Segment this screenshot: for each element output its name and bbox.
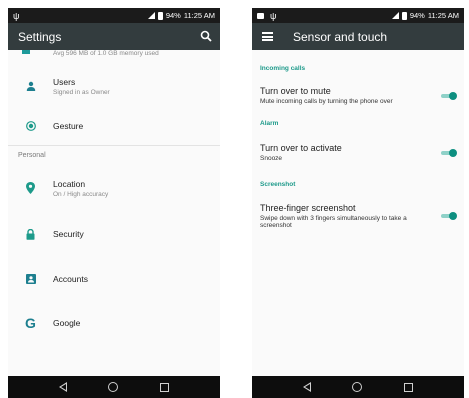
status-bar: ψ 94% 11:25 AM bbox=[8, 8, 220, 23]
back-icon[interactable] bbox=[58, 382, 67, 392]
notification-icon bbox=[257, 12, 264, 19]
setting-subtitle: Swipe down with 3 fingers simultaneously… bbox=[260, 214, 407, 230]
setting-title: Turn over to mute bbox=[260, 86, 331, 96]
home-icon[interactable] bbox=[352, 382, 363, 392]
item-title: Security bbox=[53, 229, 84, 239]
status-bar: ψ 94% 11:25 AM bbox=[252, 8, 464, 23]
page-title: Settings bbox=[18, 29, 62, 44]
recents-icon[interactable] bbox=[404, 382, 414, 392]
category-alarm: Alarm bbox=[260, 119, 279, 127]
clock: 11:25 AM bbox=[427, 11, 459, 20]
setting-title: Turn over to activate bbox=[260, 142, 342, 153]
back-icon[interactable] bbox=[302, 382, 311, 392]
battery-icon bbox=[157, 11, 163, 20]
clock: 11:25 AM bbox=[183, 11, 215, 20]
battery-icon bbox=[401, 11, 407, 20]
menu-icon[interactable] bbox=[262, 32, 273, 41]
app-bar: Settings bbox=[8, 23, 220, 50]
toggle-switch[interactable] bbox=[440, 212, 457, 221]
search-icon[interactable] bbox=[200, 30, 212, 42]
item-title: Gesture bbox=[53, 121, 84, 131]
item-title: Accounts bbox=[53, 274, 88, 284]
setting-title: Three-finger screenshot bbox=[260, 202, 356, 213]
lock-icon bbox=[26, 228, 35, 240]
toggle-switch[interactable] bbox=[440, 148, 457, 157]
signal-icon bbox=[147, 12, 155, 19]
home-icon[interactable] bbox=[108, 382, 119, 392]
item-title: Location bbox=[53, 178, 86, 189]
settings-item-users[interactable]: Users Signed in as Owner bbox=[8, 65, 220, 107]
settings-item-gesture[interactable]: Gesture bbox=[8, 107, 220, 145]
battery-level: 94% bbox=[409, 11, 425, 20]
memory-icon bbox=[22, 50, 30, 54]
person-icon bbox=[26, 81, 35, 91]
item-title: Users bbox=[53, 76, 76, 87]
signal-icon bbox=[391, 12, 399, 19]
google-icon: G bbox=[25, 315, 36, 331]
settings-item-accounts[interactable]: Accounts bbox=[8, 257, 220, 301]
setting-turn-over-to-activate[interactable]: Turn over to activate Snooze bbox=[252, 143, 464, 163]
setting-subtitle: Snooze bbox=[260, 154, 283, 162]
setting-turn-over-to-mute[interactable]: Turn over to mute Mute incoming calls by… bbox=[252, 86, 464, 106]
sensor-touch-screen: ψ 94% 11:25 AM Sensor and touch Incoming… bbox=[252, 8, 464, 398]
settings-item-security[interactable]: Security bbox=[8, 211, 220, 257]
setting-subtitle: Mute incoming calls by turning the phone… bbox=[260, 98, 393, 105]
item-title: Google bbox=[53, 318, 81, 328]
navigation-bar bbox=[8, 376, 220, 398]
setting-three-finger-screenshot[interactable]: Three-finger screenshot Swipe down with … bbox=[252, 203, 464, 231]
battery-level: 94% bbox=[165, 11, 181, 20]
recents-icon[interactable] bbox=[160, 382, 170, 392]
item-subtitle: On / High accuracy bbox=[53, 190, 109, 198]
account-box-icon bbox=[25, 274, 36, 284]
usb-icon: ψ bbox=[13, 10, 20, 21]
usb-icon: ψ bbox=[270, 10, 277, 21]
section-header-personal: Personal bbox=[8, 145, 220, 165]
app-bar: Sensor and touch bbox=[252, 23, 464, 50]
navigation-bar bbox=[252, 376, 464, 398]
location-pin-icon bbox=[26, 182, 35, 194]
category-incoming-calls: Incoming calls bbox=[260, 65, 306, 72]
item-subtitle: Signed in as Owner bbox=[53, 88, 110, 96]
category-screenshot: Screenshot bbox=[260, 180, 296, 188]
page-title: Sensor and touch bbox=[293, 29, 388, 44]
memory-subtitle: Avg 596 MB of 1.0 GB memory used bbox=[53, 50, 159, 57]
settings-item-location[interactable]: Location On / High accuracy bbox=[8, 165, 220, 211]
toggle-switch[interactable] bbox=[440, 91, 457, 100]
memory-item[interactable]: Avg 596 MB of 1.0 GB memory used bbox=[8, 50, 220, 65]
settings-item-google[interactable]: G Google bbox=[8, 301, 220, 345]
gesture-icon bbox=[25, 121, 36, 131]
settings-screen: ψ 94% 11:25 AM Settings Avg 596 MB of 1.… bbox=[8, 8, 220, 398]
